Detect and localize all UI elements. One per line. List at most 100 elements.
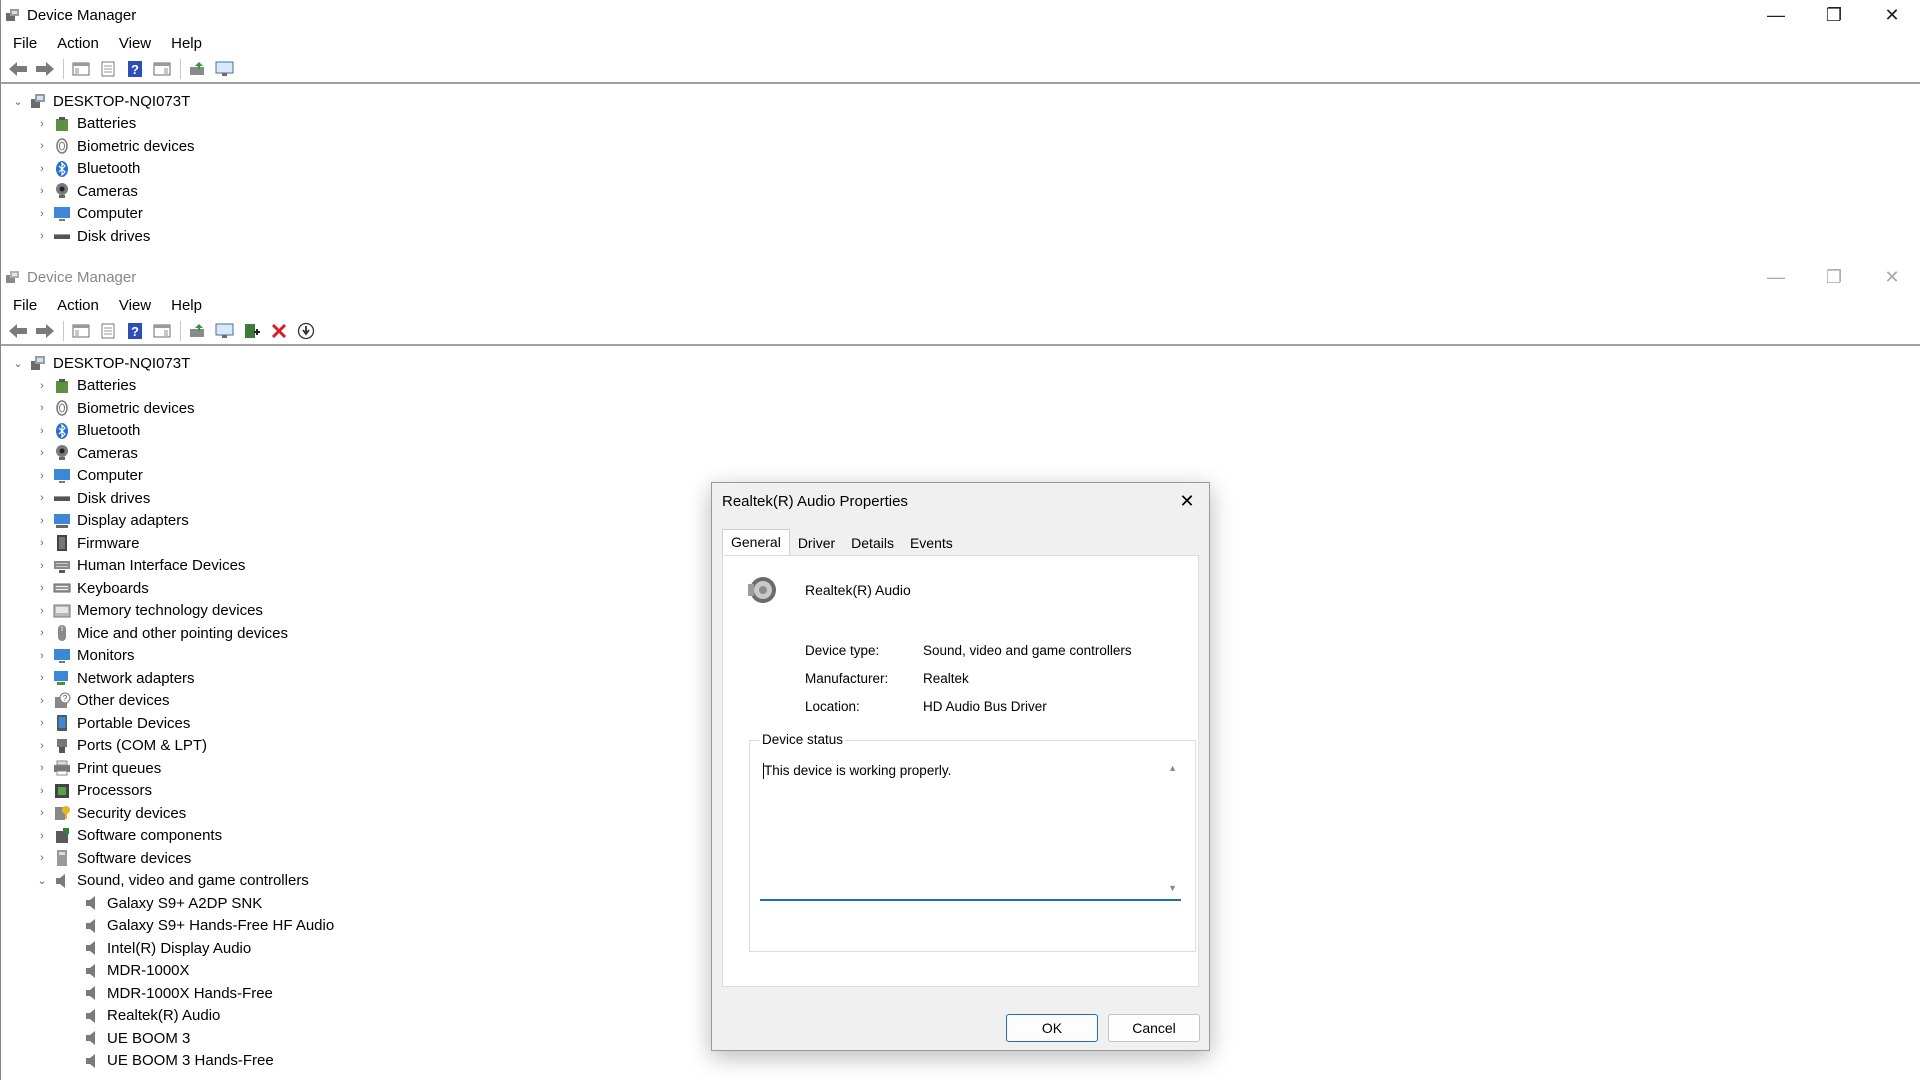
chevron-right-icon[interactable]: › [35,852,49,864]
tree-item-biometric[interactable]: › Biometric devices [1,135,1920,158]
chevron-right-icon[interactable]: › [35,492,49,504]
tree-item-cameras[interactable]: › Cameras [1,180,1920,203]
cancel-button[interactable]: Cancel [1108,1014,1200,1042]
menu-file[interactable]: File [13,35,37,52]
scroll-down-arrow-icon[interactable]: ▼ [1168,883,1177,893]
action-pane-icon[interactable] [151,58,173,80]
chevron-right-icon[interactable]: › [35,537,49,549]
device-manager-window-back: Device Manager — ❐ ✕ File Action View He… [0,0,1920,262]
tree-root[interactable]: ⌄ DESKTOP-NQI073T [1,90,1920,113]
tree-item-bluetooth[interactable]: › Bluetooth [1,420,1920,443]
chevron-down-icon[interactable]: ⌄ [11,357,25,370]
tree-root[interactable]: ⌄ DESKTOP-NQI073T [1,352,1920,375]
menu-view[interactable]: View [119,297,151,314]
help-icon[interactable]: ? [124,320,146,342]
update-driver-icon[interactable] [187,58,209,80]
menu-help[interactable]: Help [171,35,202,52]
minimize-button[interactable]: — [1747,262,1805,292]
tree-item-batteries[interactable]: › Batteries [1,113,1920,136]
close-button[interactable]: ✕ [1863,0,1920,30]
forward-arrow-icon[interactable] [34,58,56,80]
scan-hardware-icon[interactable] [214,58,236,80]
ok-button[interactable]: OK [1006,1014,1098,1042]
chevron-right-icon[interactable]: › [35,650,49,662]
svg-text:?: ? [131,324,139,339]
tree-item-computer[interactable]: › Computer [1,203,1920,226]
chevron-right-icon[interactable]: › [35,380,49,392]
chevron-right-icon[interactable]: › [35,807,49,819]
tree-child-ue-boom-3-handsfree[interactable]: UE BOOM 3 Hands-Free [1,1050,1920,1073]
chevron-right-icon[interactable]: › [35,582,49,594]
chevron-right-icon[interactable]: › [35,208,49,220]
tree-item-label: Print queues [77,759,162,777]
chevron-right-icon[interactable]: › [35,605,49,617]
tab-events[interactable]: Events [902,531,961,555]
tab-general[interactable]: General [722,529,790,558]
back-arrow-icon[interactable] [7,58,29,80]
tab-driver[interactable]: Driver [790,531,843,555]
chevron-right-icon[interactable]: › [35,402,49,414]
show-hide-console-tree-icon[interactable] [70,58,92,80]
chevron-right-icon[interactable]: › [35,695,49,707]
menu-action[interactable]: Action [57,35,99,52]
update-driver-icon[interactable] [187,320,209,342]
chevron-right-icon[interactable]: › [35,447,49,459]
chevron-down-icon[interactable]: ⌄ [35,874,49,887]
minimize-button[interactable]: — [1747,0,1805,30]
device-status-textbox[interactable]: This device is working properly. ▲ ▼ [760,757,1181,901]
title-bar[interactable]: Device Manager — ❐ ✕ [1,0,1920,30]
computer-tower-icon [29,354,47,372]
manufacturer-label: Manufacturer: [805,670,889,686]
tree-item-batteries[interactable]: › Batteries [1,375,1920,398]
uninstall-device-icon[interactable] [268,320,290,342]
chevron-right-icon[interactable]: › [35,717,49,729]
properties-icon[interactable] [97,58,119,80]
menu-help[interactable]: Help [171,297,202,314]
tree-item-cameras[interactable]: › Cameras [1,442,1920,465]
chevron-right-icon[interactable]: › [35,672,49,684]
show-hide-console-tree-icon[interactable] [70,320,92,342]
chevron-right-icon[interactable]: › [35,425,49,437]
battery-icon [53,377,71,395]
menu-view[interactable]: View [119,35,151,52]
close-button[interactable]: ✕ [1863,262,1920,292]
action-pane-icon[interactable] [151,320,173,342]
properties-icon[interactable] [97,320,119,342]
chevron-right-icon[interactable]: › [35,515,49,527]
chevron-right-icon[interactable]: › [35,785,49,797]
add-driver-icon[interactable] [241,320,263,342]
scan-hardware-icon[interactable] [214,320,236,342]
chevron-right-icon[interactable]: › [35,140,49,152]
restore-button[interactable]: ❐ [1805,262,1863,292]
tree-item-disk-drives[interactable]: › Disk drives [1,225,1920,248]
menu-file[interactable]: File [13,297,37,314]
chevron-right-icon[interactable]: › [35,762,49,774]
tree-item-label: Other devices [77,692,170,710]
back-arrow-icon[interactable] [7,320,29,342]
chevron-right-icon[interactable]: › [35,163,49,175]
unknown-device-icon: ? [53,692,71,710]
restore-button[interactable]: ❐ [1805,0,1863,30]
tree-item-biometric[interactable]: › Biometric devices [1,397,1920,420]
status-scrollbar[interactable]: ▲ ▼ [1163,757,1181,897]
tab-details[interactable]: Details [843,531,902,555]
chevron-right-icon[interactable]: › [35,560,49,572]
chevron-right-icon[interactable]: › [35,230,49,242]
help-icon[interactable]: ? [124,58,146,80]
tree-item-label: Biometric devices [77,399,195,417]
chevron-right-icon[interactable]: › [35,470,49,482]
forward-arrow-icon[interactable] [34,320,56,342]
processor-chip-icon [53,782,71,800]
dialog-close-button[interactable]: ✕ [1175,489,1199,513]
title-bar[interactable]: Device Manager — ❐ ✕ [1,262,1920,292]
chevron-right-icon[interactable]: › [35,118,49,130]
menu-action[interactable]: Action [57,297,99,314]
chevron-down-icon[interactable]: ⌄ [11,95,25,108]
download-driver-icon[interactable] [295,320,317,342]
scroll-up-arrow-icon[interactable]: ▲ [1168,763,1177,773]
chevron-right-icon[interactable]: › [35,185,49,197]
tree-item-bluetooth[interactable]: › Bluetooth [1,158,1920,181]
chevron-right-icon[interactable]: › [35,740,49,752]
chevron-right-icon[interactable]: › [35,627,49,639]
chevron-right-icon[interactable]: › [35,830,49,842]
